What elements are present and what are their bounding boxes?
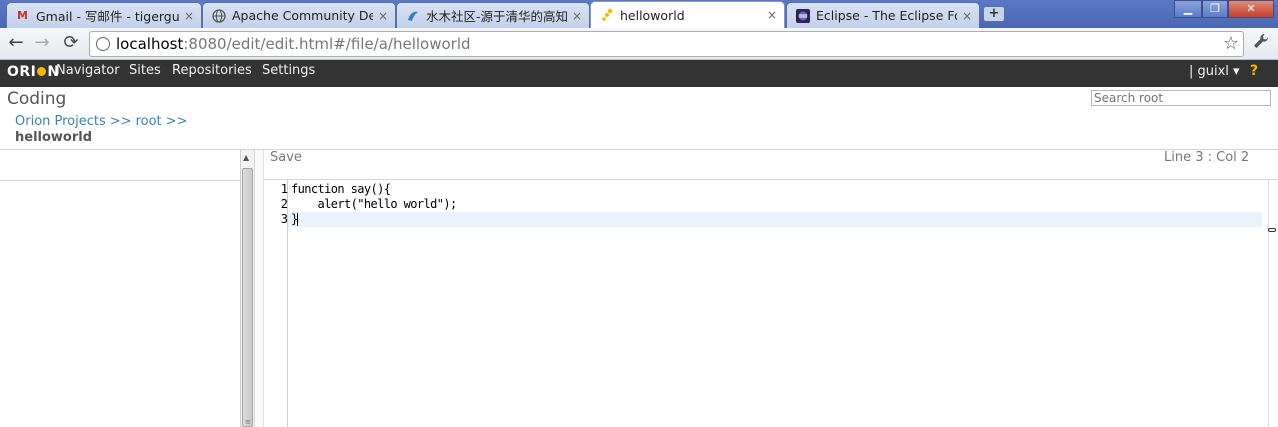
text-cursor (297, 213, 298, 226)
save-button[interactable]: Save (270, 150, 302, 165)
pane-splitter[interactable] (254, 150, 264, 427)
breadcrumb-separator: >> (109, 114, 132, 129)
breadcrumb: Orion Projects >> root >> (15, 114, 191, 129)
globe-icon (211, 8, 226, 23)
page-title: Coding (7, 89, 67, 109)
forward-button[interactable]: → (30, 32, 54, 56)
line-number: 3 (280, 212, 288, 226)
code-text[interactable]: alert("hello world"); (291, 197, 457, 212)
orion-topbar: ORI N Navigator Sites Repositories Settin… (0, 60, 1278, 87)
window-close-button[interactable]: ✕ (1228, 0, 1274, 18)
nav-repositories[interactable]: Repositories (172, 63, 252, 78)
cursor-position: Line 3 : Col 2 (1164, 150, 1250, 165)
tab-title: Apache Community Deve (232, 8, 373, 23)
newsmth-icon (405, 8, 420, 23)
wrench-icon[interactable] (1252, 32, 1270, 55)
code-line-number-row: 3 (264, 212, 288, 227)
reload-button[interactable]: ⟳ (59, 32, 83, 56)
maximize-button[interactable]: ❐ (1202, 0, 1228, 18)
page-info-icon[interactable] (96, 37, 110, 51)
close-icon[interactable]: × (377, 9, 389, 23)
tab-apache[interactable]: Apache Community Deve × (202, 2, 396, 28)
address-bar[interactable]: localhost:8080/edit/edit.html#/file/a/he… (89, 31, 1244, 57)
tab-title: Eclipse - The Eclipse Foun (816, 8, 957, 23)
outline-pane (0, 150, 240, 427)
overview-ruler[interactable] (1268, 180, 1278, 427)
code-line[interactable]: 1 function say(){ (264, 182, 1264, 197)
tab-title: 水木社区-源于清华的高知社 (426, 9, 567, 24)
nav-navigator[interactable]: Navigator (56, 63, 120, 78)
nav-settings[interactable]: Settings (262, 63, 315, 78)
current-code-line[interactable]: } (288, 212, 1262, 227)
user-menu[interactable]: | guixl ▾ (1189, 64, 1240, 79)
breadcrumb-separator: >> (165, 114, 188, 129)
tab-eclipse[interactable]: Eclipse - The Eclipse Foun × (786, 2, 980, 28)
close-icon[interactable]: × (961, 9, 973, 23)
divider (0, 180, 240, 181)
new-tab-button[interactable]: + (983, 6, 1005, 22)
tab-helloworld[interactable]: helloworld × (590, 1, 785, 28)
eclipse-icon (795, 8, 810, 23)
code-line[interactable]: 2 alert("hello world"); (264, 197, 1264, 212)
breadcrumb-root[interactable]: root (136, 114, 162, 129)
line-number: 1 (280, 182, 288, 196)
scroll-up-arrow-icon[interactable]: ▲ (243, 153, 249, 162)
code-text[interactable]: function say(){ (291, 182, 391, 197)
editor-toolbar: Save Line 3 : Col 2 (264, 150, 1278, 180)
url-text: localhost:8080/edit/edit.html#/file/a/he… (116, 35, 471, 53)
tab-title: helloworld (620, 7, 685, 23)
scrollbar-thumb[interactable] (242, 168, 253, 427)
line-number: 2 (280, 197, 288, 211)
orion-logo[interactable]: ORI N (7, 64, 60, 80)
close-icon[interactable]: × (571, 9, 583, 23)
grip-icon: ≡ (245, 418, 251, 426)
browser-tabstrip: M Gmail - 写邮件 - tigergui1 × Apache Commu… (0, 0, 1278, 28)
close-icon[interactable]: × (766, 8, 778, 22)
back-button[interactable]: ← (4, 32, 28, 56)
help-icon[interactable]: ? (1250, 63, 1258, 79)
outline-scrollbar[interactable]: ▲ ≡ (240, 150, 254, 427)
tab-gmail[interactable]: M Gmail - 写邮件 - tigergui1 × (6, 2, 202, 28)
bookmark-star-icon[interactable]: ☆ (1223, 33, 1239, 54)
tab-title: Gmail - 写邮件 - tigergui1 (36, 9, 179, 24)
overview-ruler-marker[interactable] (1268, 228, 1276, 232)
browser-toolbar: ← → ⟳ localhost:8080/edit/edit.html#/fil… (0, 28, 1278, 60)
url-host: localhost (116, 35, 184, 53)
breadcrumb-orion-projects[interactable]: Orion Projects (15, 114, 106, 129)
file-name: helloworld (15, 130, 93, 145)
code-editor[interactable]: 1 function say(){ 2 alert("hello world")… (264, 180, 1278, 427)
url-path: :8080/edit/edit.html#/file/a/helloworld (183, 35, 471, 53)
gmail-icon: M (17, 9, 28, 22)
close-icon[interactable]: × (183, 9, 195, 23)
tab-newsmth[interactable]: 水木社区-源于清华的高知社 × (396, 2, 590, 28)
minimize-button[interactable]: ▁ (1174, 0, 1202, 18)
nav-sites[interactable]: Sites (129, 63, 161, 78)
search-input[interactable] (1091, 90, 1271, 106)
orion-icon (599, 8, 614, 23)
